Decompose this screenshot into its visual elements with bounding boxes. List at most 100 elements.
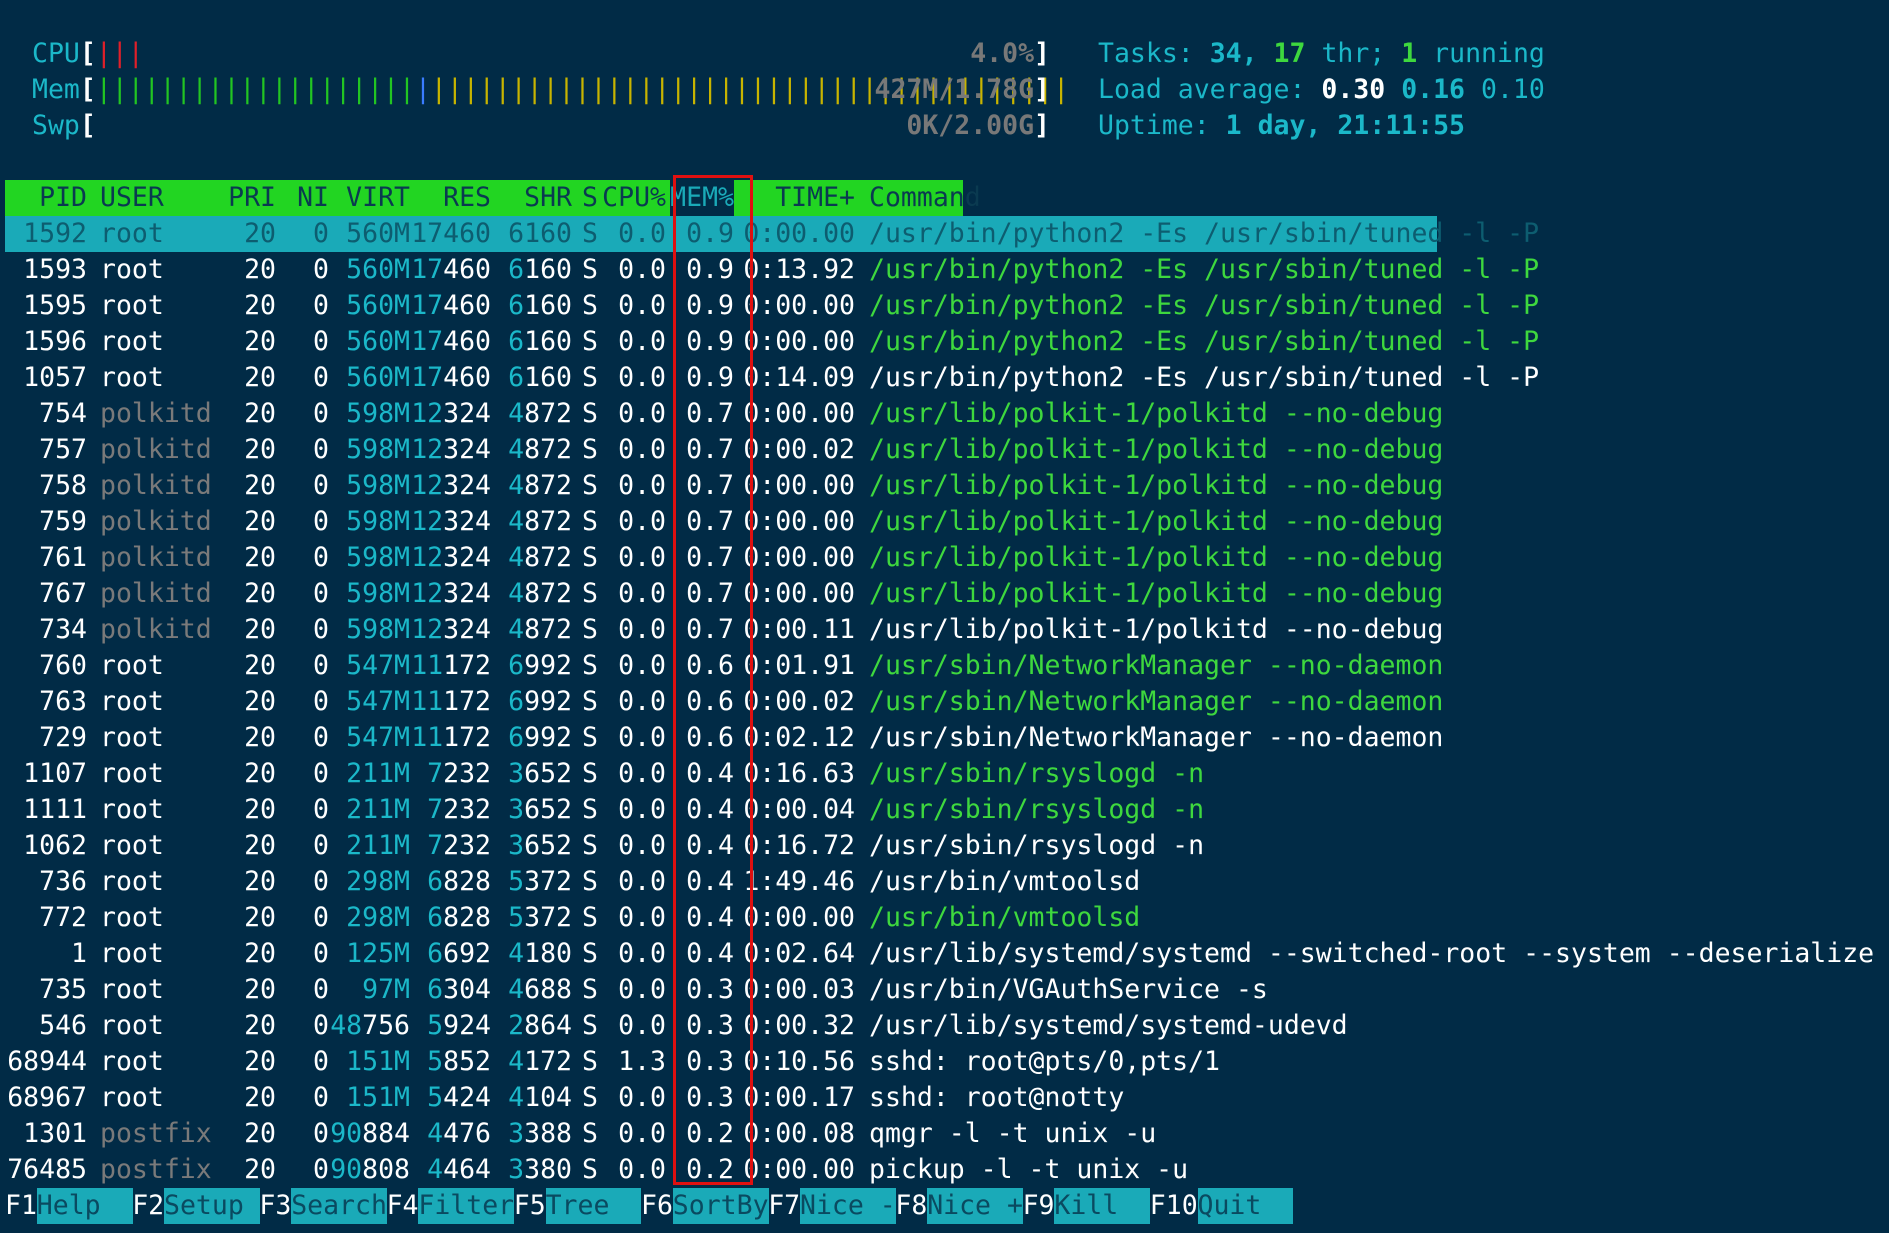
process-row[interactable]: 772 root 20 0 298M 6828 5372 S 0.0 0.4 0:00.00/usr… [0,900,1889,936]
process-row[interactable]: 759 polkitd 20 0 598M 12324 4872 S 0.0 0.7 0:00.00… [0,504,1889,540]
column-header-user[interactable]: USER [100,180,164,216]
cell-pri: 20 [244,614,276,645]
process-row[interactable]: 76485 postfix 20 0 90808 4464 3380 S 0.0 0.2 0:00.… [0,1152,1889,1188]
fkey-f9-label[interactable]: Kill [1054,1188,1151,1224]
process-row[interactable]: 68967 root 20 0 151M 5424 4104 S 0.0 0.3 0:00.17 ss… [0,1080,1889,1116]
process-row[interactable]: 1596 root 20 0 560M 17460 6160 S 0.0 0.9 0:00.00/u… [0,324,1889,360]
cell-time: 0:16.72 [743,830,855,861]
cell-pri: 20 [244,866,276,897]
column-header-cpu[interactable]: CPU% [602,180,666,216]
cell-cmd: qmgr -l -t unix -u [869,1118,1157,1149]
cell-pid: 763 [39,686,87,717]
cell-virt: 125M [346,938,410,969]
cell-shr: 2864 [508,1010,572,1041]
cell-cpu: 0.0 [618,434,666,465]
process-row[interactable]: 736 root 20 0 298M 6828 5372 S 0.0 0.4 1:49.46/usr… [0,864,1889,900]
fkey-f5-label[interactable]: Tree [545,1188,642,1224]
fkey-f3-label[interactable]: Search [291,1188,387,1224]
cell-cmd: /usr/bin/vmtoolsd [869,866,1141,897]
cell-pid: 754 [39,398,87,429]
process-row[interactable]: 734 polkitd 20 0 598M 12324 4872 S 0.0 0.7 0:00.11… [0,612,1889,648]
cell-res: 7232 [427,794,491,825]
process-row[interactable]: 735 root 20 0 97M 6304 4688 S 0.0 0.3 0:00.03/usr/… [0,972,1889,1008]
column-header-command[interactable]: Command [869,180,981,216]
column-header-pid[interactable]: PID [39,180,87,216]
cell-time: 0:00.00 [743,398,855,429]
column-header-res[interactable]: RES [443,180,491,216]
fkey-f6[interactable]: F6 [641,1188,673,1224]
cell-cmd: /usr/sbin/rsyslogd -n [869,830,1205,861]
cell-time: 0:00.17 [743,1082,855,1113]
column-header-time[interactable]: TIME+ [775,180,855,216]
process-row[interactable]: 1593 root 20 0 560M 17460 6160 S 0.0 0.9 0:13.92/u… [0,252,1889,288]
cell-cmd: /usr/sbin/rsyslogd -n [869,758,1205,789]
cell-pid: 68944 [7,1046,87,1077]
process-row[interactable]: 546 root 20 0 48756 5924 2864 S 0.0 0.3 0:00.32/us… [0,1008,1889,1044]
cell-time: 0:00.00 [743,902,855,933]
process-row[interactable]: 1062 root 20 0 211M 7232 3652 S 0.0 0.4 0:16.72/us… [0,828,1889,864]
cell-s: S [582,326,598,357]
process-row[interactable]: 754 polkitd 20 0 598M 12324 4872 S 0.0 0.7 0:00.00… [0,396,1889,432]
cell-cpu: 0.0 [618,938,666,969]
cell-pri: 20 [244,1118,276,1149]
column-header-pri[interactable]: PRI [228,180,276,216]
fkey-f5[interactable]: F5 [514,1188,546,1224]
process-row[interactable]: 760 root 20 0 547M 11172 6992 S 0.0 0.6 0:01.91/us… [0,648,1889,684]
process-row[interactable]: 1301 postfix 20 0 90884 4476 3388 S 0.0 0.2 0:00.0… [0,1116,1889,1152]
fkey-f8-label[interactable]: Nice + [927,1188,1023,1224]
cell-res: 11172 [411,686,491,717]
cell-user: polkitd [100,506,212,537]
cell-pid: 1301 [23,1118,87,1149]
process-row[interactable]: 729 root 20 0 547M 11172 6992 S 0.0 0.6 0:02.12/us… [0,720,1889,756]
column-header-ni[interactable]: NI [297,180,329,216]
cell-cpu: 0.0 [618,794,666,825]
process-row[interactable]: 1595 root 20 0 560M 17460 6160 S 0.0 0.9 0:00.00/u… [0,288,1889,324]
cell-pri: 20 [244,362,276,393]
cell-cmd: /usr/sbin/NetworkManager --no-daemon [869,722,1444,753]
cpu-value: 4.0%] [970,38,1050,69]
process-row[interactable]: 767 polkitd 20 0 598M 12324 4872 S 0.0 0.7 0:00.00… [0,576,1889,612]
process-row[interactable]: 757 polkitd 20 0 598M 12324 4872 S 0.0 0.7 0:00.02… [0,432,1889,468]
cell-pid: 546 [39,1010,87,1041]
process-row[interactable]: 761 polkitd 20 0 598M 12324 4872 S 0.0 0.7 0:00.00… [0,540,1889,576]
cell-pri: 20 [244,722,276,753]
fkey-f10[interactable]: F10 [1150,1188,1198,1224]
cell-ni: 0 [313,830,329,861]
cell-virt: 598M [346,434,410,465]
fkey-f4[interactable]: F4 [387,1188,419,1224]
fkey-f3[interactable]: F3 [259,1188,291,1224]
process-row[interactable]: 1111 root 20 0 211M 7232 3652 S 0.0 0.4 0:00.04/us… [0,792,1889,828]
cell-pri: 20 [244,470,276,501]
fkey-f7-label[interactable]: Nice - [800,1188,896,1224]
swp-meter: Swp[ [32,110,96,141]
cell-s: S [582,1154,598,1185]
cell-virt: 560M [346,290,410,321]
fkey-f8[interactable]: F8 [895,1188,927,1224]
fkey-f4-label[interactable]: Filter [418,1188,515,1224]
fkey-f7[interactable]: F7 [768,1188,800,1224]
column-header-s[interactable]: S [582,180,598,216]
process-row[interactable]: 1 root 20 0 125M 6692 4180 S 0.0 0.4 0:02.64/usr/l… [0,936,1889,972]
column-header-shr[interactable]: SHR [524,180,572,216]
process-row[interactable]: 763 root 20 0 547M 11172 6992 S 0.0 0.6 0:00.02/us… [0,684,1889,720]
fkey-f1[interactable]: F1 [5,1188,37,1224]
process-row[interactable]: 758 polkitd 20 0 598M 12324 4872 S 0.0 0.7 0:00.00… [0,468,1889,504]
fkey-f2[interactable]: F2 [132,1188,164,1224]
cell-cpu: 0.0 [618,758,666,789]
process-row[interactable]: 1057 root 20 0 560M 17460 6160 S 0.0 0.9 0:14.09/u… [0,360,1889,396]
fkey-f10-label[interactable]: Quit [1197,1188,1294,1224]
cell-shr: 6992 [508,650,572,681]
column-header-virt[interactable]: VIRT [346,180,410,216]
process-row[interactable]: 1107 root 20 0 211M 7232 3652 S 0.0 0.4 0:16.63/us… [0,756,1889,792]
cell-res: 4476 [427,1118,491,1149]
cell-user: postfix [100,1118,212,1149]
cell-pri: 20 [244,794,276,825]
fkey-f2-label[interactable]: Setup [164,1188,260,1224]
fkey-f9[interactable]: F9 [1023,1188,1055,1224]
cell-virt: 211M [346,794,410,825]
process-row-selected[interactable]: 1592 root 20 0 560M 17460 6160 S 0.0 0.9 0:00.00/u… [0,216,1889,252]
fkey-f6-label[interactable]: SortBy [672,1188,769,1224]
process-row[interactable]: 68944 root 20 0 151M 5852 4172 S 1.3 0.3 0:10.56 ss… [0,1044,1889,1080]
cell-time: 0:00.00 [743,542,855,573]
fkey-f1-label[interactable]: Help [36,1188,133,1224]
